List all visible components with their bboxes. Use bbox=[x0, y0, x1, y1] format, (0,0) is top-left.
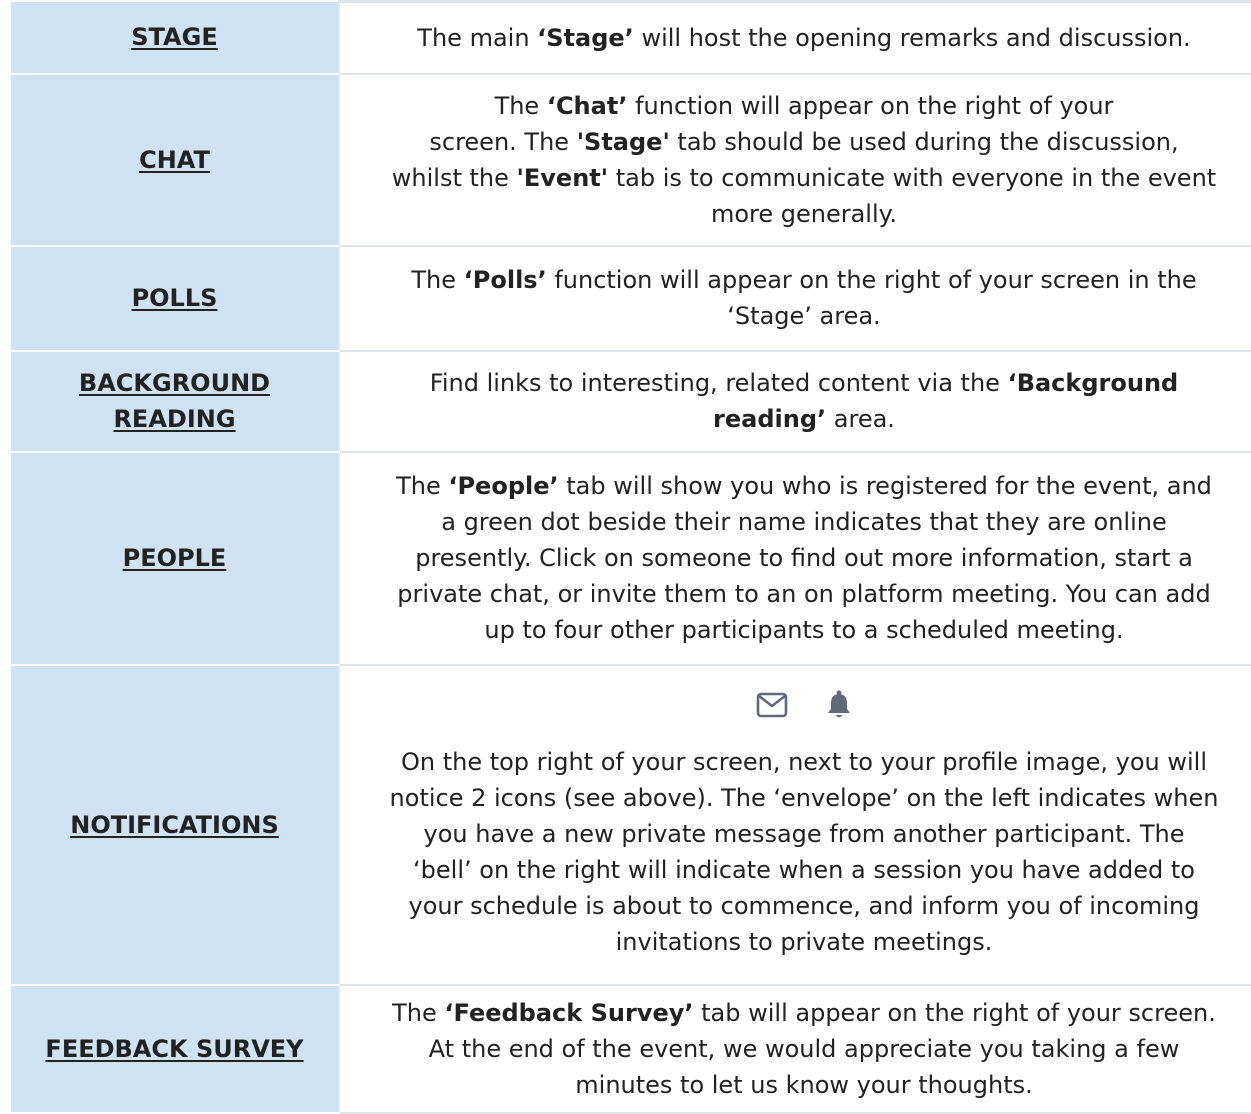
label-feedback-survey: FEEDBACK SURVEY bbox=[6, 985, 340, 1113]
desc-chat: The ‘Chat’ function will appear on the r… bbox=[339, 74, 1251, 246]
label-stage: STAGE bbox=[6, 2, 340, 74]
desc-people: The ‘People’ tab will show you who is re… bbox=[339, 452, 1251, 665]
label-feedback-text: FEEDBACK SURVEY bbox=[45, 1035, 303, 1063]
label-notifications-text: NOTIFICATIONS bbox=[70, 811, 279, 839]
desc-notifications: On the top right of your screen, next to… bbox=[339, 665, 1251, 985]
label-people: PEOPLE bbox=[6, 452, 340, 665]
row-notifications: NOTIFICATIONS On the top right of your s… bbox=[6, 665, 1251, 985]
envelope-icon bbox=[756, 692, 788, 718]
row-polls: POLLS The ‘Polls’ function will appear o… bbox=[6, 246, 1251, 351]
row-people: PEOPLE The ‘People’ tab will show you wh… bbox=[6, 452, 1251, 665]
bell-icon bbox=[826, 690, 852, 720]
label-stage-text: STAGE bbox=[131, 23, 217, 51]
desc-background-reading: Find links to interesting, related conte… bbox=[339, 351, 1251, 452]
desc-feedback-survey: The ‘Feedback Survey’ tab will appear on… bbox=[339, 985, 1251, 1113]
row-background-reading: BACKGROUND READING Find links to interes… bbox=[6, 351, 1251, 452]
label-chat-text: CHAT bbox=[139, 146, 210, 174]
label-polls: POLLS bbox=[6, 246, 340, 351]
desc-polls: The ‘Polls’ function will appear on the … bbox=[339, 246, 1251, 351]
row-stage: STAGE The main ‘Stage’ will host the ope… bbox=[6, 2, 1251, 74]
label-chat: CHAT bbox=[6, 74, 340, 246]
label-background-text-2: READING bbox=[113, 405, 235, 433]
event-guide-table: STAGE The main ‘Stage’ will host the ope… bbox=[0, 0, 1251, 1114]
label-people-text: PEOPLE bbox=[123, 544, 227, 572]
label-notifications: NOTIFICATIONS bbox=[6, 665, 340, 985]
label-background-text-1: BACKGROUND bbox=[79, 369, 270, 397]
row-chat: CHAT The ‘Chat’ function will appear on … bbox=[6, 74, 1251, 246]
row-feedback-survey: FEEDBACK SURVEY The ‘Feedback Survey’ ta… bbox=[6, 985, 1251, 1113]
desc-stage: The main ‘Stage’ will host the opening r… bbox=[339, 2, 1251, 74]
label-polls-text: POLLS bbox=[132, 284, 218, 312]
label-background-reading: BACKGROUND READING bbox=[6, 351, 340, 452]
notification-icons bbox=[348, 690, 1251, 720]
